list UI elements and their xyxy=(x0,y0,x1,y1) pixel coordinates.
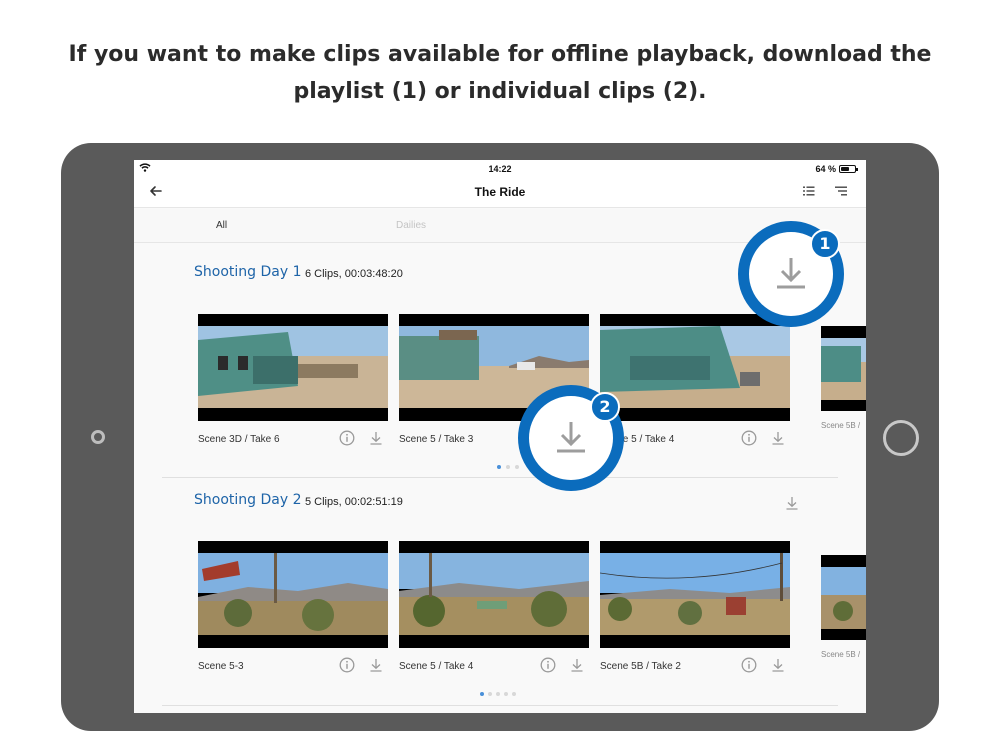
status-bar: 14:22 64 % xyxy=(134,160,866,178)
section-info-day-1: 6 Clips, 00:03:48:20 xyxy=(305,268,403,280)
clip-label: Scene 3D / Take 6 xyxy=(198,434,280,445)
thumbnail-image xyxy=(399,553,589,635)
instruction-headline: If you want to make clips available for … xyxy=(60,36,940,110)
page-dot[interactable] xyxy=(504,692,508,696)
info-icon[interactable] xyxy=(339,430,355,446)
download-icon[interactable] xyxy=(369,657,383,673)
download-icon[interactable] xyxy=(369,430,383,446)
info-icon[interactable] xyxy=(540,657,556,673)
clip-thumbnail[interactable] xyxy=(198,541,388,648)
page-indicator xyxy=(497,465,527,471)
page-dot[interactable] xyxy=(497,465,501,469)
thumbnail-image xyxy=(600,326,790,408)
page-dot[interactable] xyxy=(515,465,519,469)
battery-icon xyxy=(839,165,858,173)
page-title: The Ride xyxy=(474,185,526,199)
tab-all[interactable]: All xyxy=(216,220,227,231)
callout-badge-1: 1 xyxy=(810,229,840,259)
section-divider xyxy=(162,705,838,706)
thumbnail-image xyxy=(198,553,388,635)
info-icon[interactable] xyxy=(741,657,757,673)
headline-line-2: playlist (1) or individual clips (2). xyxy=(293,79,707,104)
clip-thumbnail[interactable] xyxy=(600,541,790,648)
navigation-bar: The Ride xyxy=(134,178,866,208)
section-divider xyxy=(162,477,838,478)
download-icon[interactable] xyxy=(774,254,808,292)
thumbnail-image xyxy=(198,326,388,408)
battery-percentage: 64 % xyxy=(815,164,836,174)
download-icon[interactable] xyxy=(771,657,785,673)
tab-dailies[interactable]: Dailies xyxy=(396,220,426,231)
clip-label: Scene 5B / Take 2 xyxy=(600,661,681,672)
section-title-day-2: Shooting Day 2 xyxy=(194,492,302,508)
download-icon[interactable] xyxy=(570,657,584,673)
clip-label: Scene 5 / Take 3 xyxy=(399,434,474,445)
info-icon[interactable] xyxy=(741,430,757,446)
download-icon[interactable] xyxy=(785,495,799,511)
clip-thumbnail[interactable] xyxy=(399,541,589,648)
page-dot[interactable] xyxy=(512,692,516,696)
clip-thumbnail[interactable] xyxy=(198,314,388,421)
section-title-day-1: Shooting Day 1 xyxy=(194,264,302,280)
sort-icon[interactable] xyxy=(834,184,848,198)
clip-thumbnail[interactable] xyxy=(821,326,866,411)
section-info-day-2: 5 Clips, 00:02:51:19 xyxy=(305,496,403,508)
list-icon[interactable] xyxy=(802,184,816,198)
callout-badge-2: 2 xyxy=(590,392,620,422)
page-dot[interactable] xyxy=(506,465,510,469)
clip-thumbnail[interactable] xyxy=(600,314,790,421)
status-time: 14:22 xyxy=(488,164,512,174)
clip-label: Scene 5B / xyxy=(821,650,861,659)
thumbnail-image xyxy=(821,567,866,629)
download-icon[interactable] xyxy=(554,418,588,456)
clip-label: Scene 5B / xyxy=(821,421,861,430)
camera-icon xyxy=(91,430,105,444)
clip-thumbnail[interactable] xyxy=(821,555,866,640)
page-dot[interactable] xyxy=(480,692,484,696)
headline-line-1: If you want to make clips available for … xyxy=(68,42,932,67)
thumbnail-image xyxy=(600,553,790,635)
info-icon[interactable] xyxy=(339,657,355,673)
page-dot[interactable] xyxy=(496,692,500,696)
clip-label: Scene 5 / Take 4 xyxy=(399,661,474,672)
download-icon[interactable] xyxy=(771,430,785,446)
page-dot[interactable] xyxy=(488,692,492,696)
clip-label: Scene 5-3 xyxy=(198,661,244,672)
battery-level-fill xyxy=(841,167,849,171)
home-button[interactable] xyxy=(883,420,919,456)
page-indicator xyxy=(480,692,520,698)
thumbnail-image xyxy=(821,338,866,400)
